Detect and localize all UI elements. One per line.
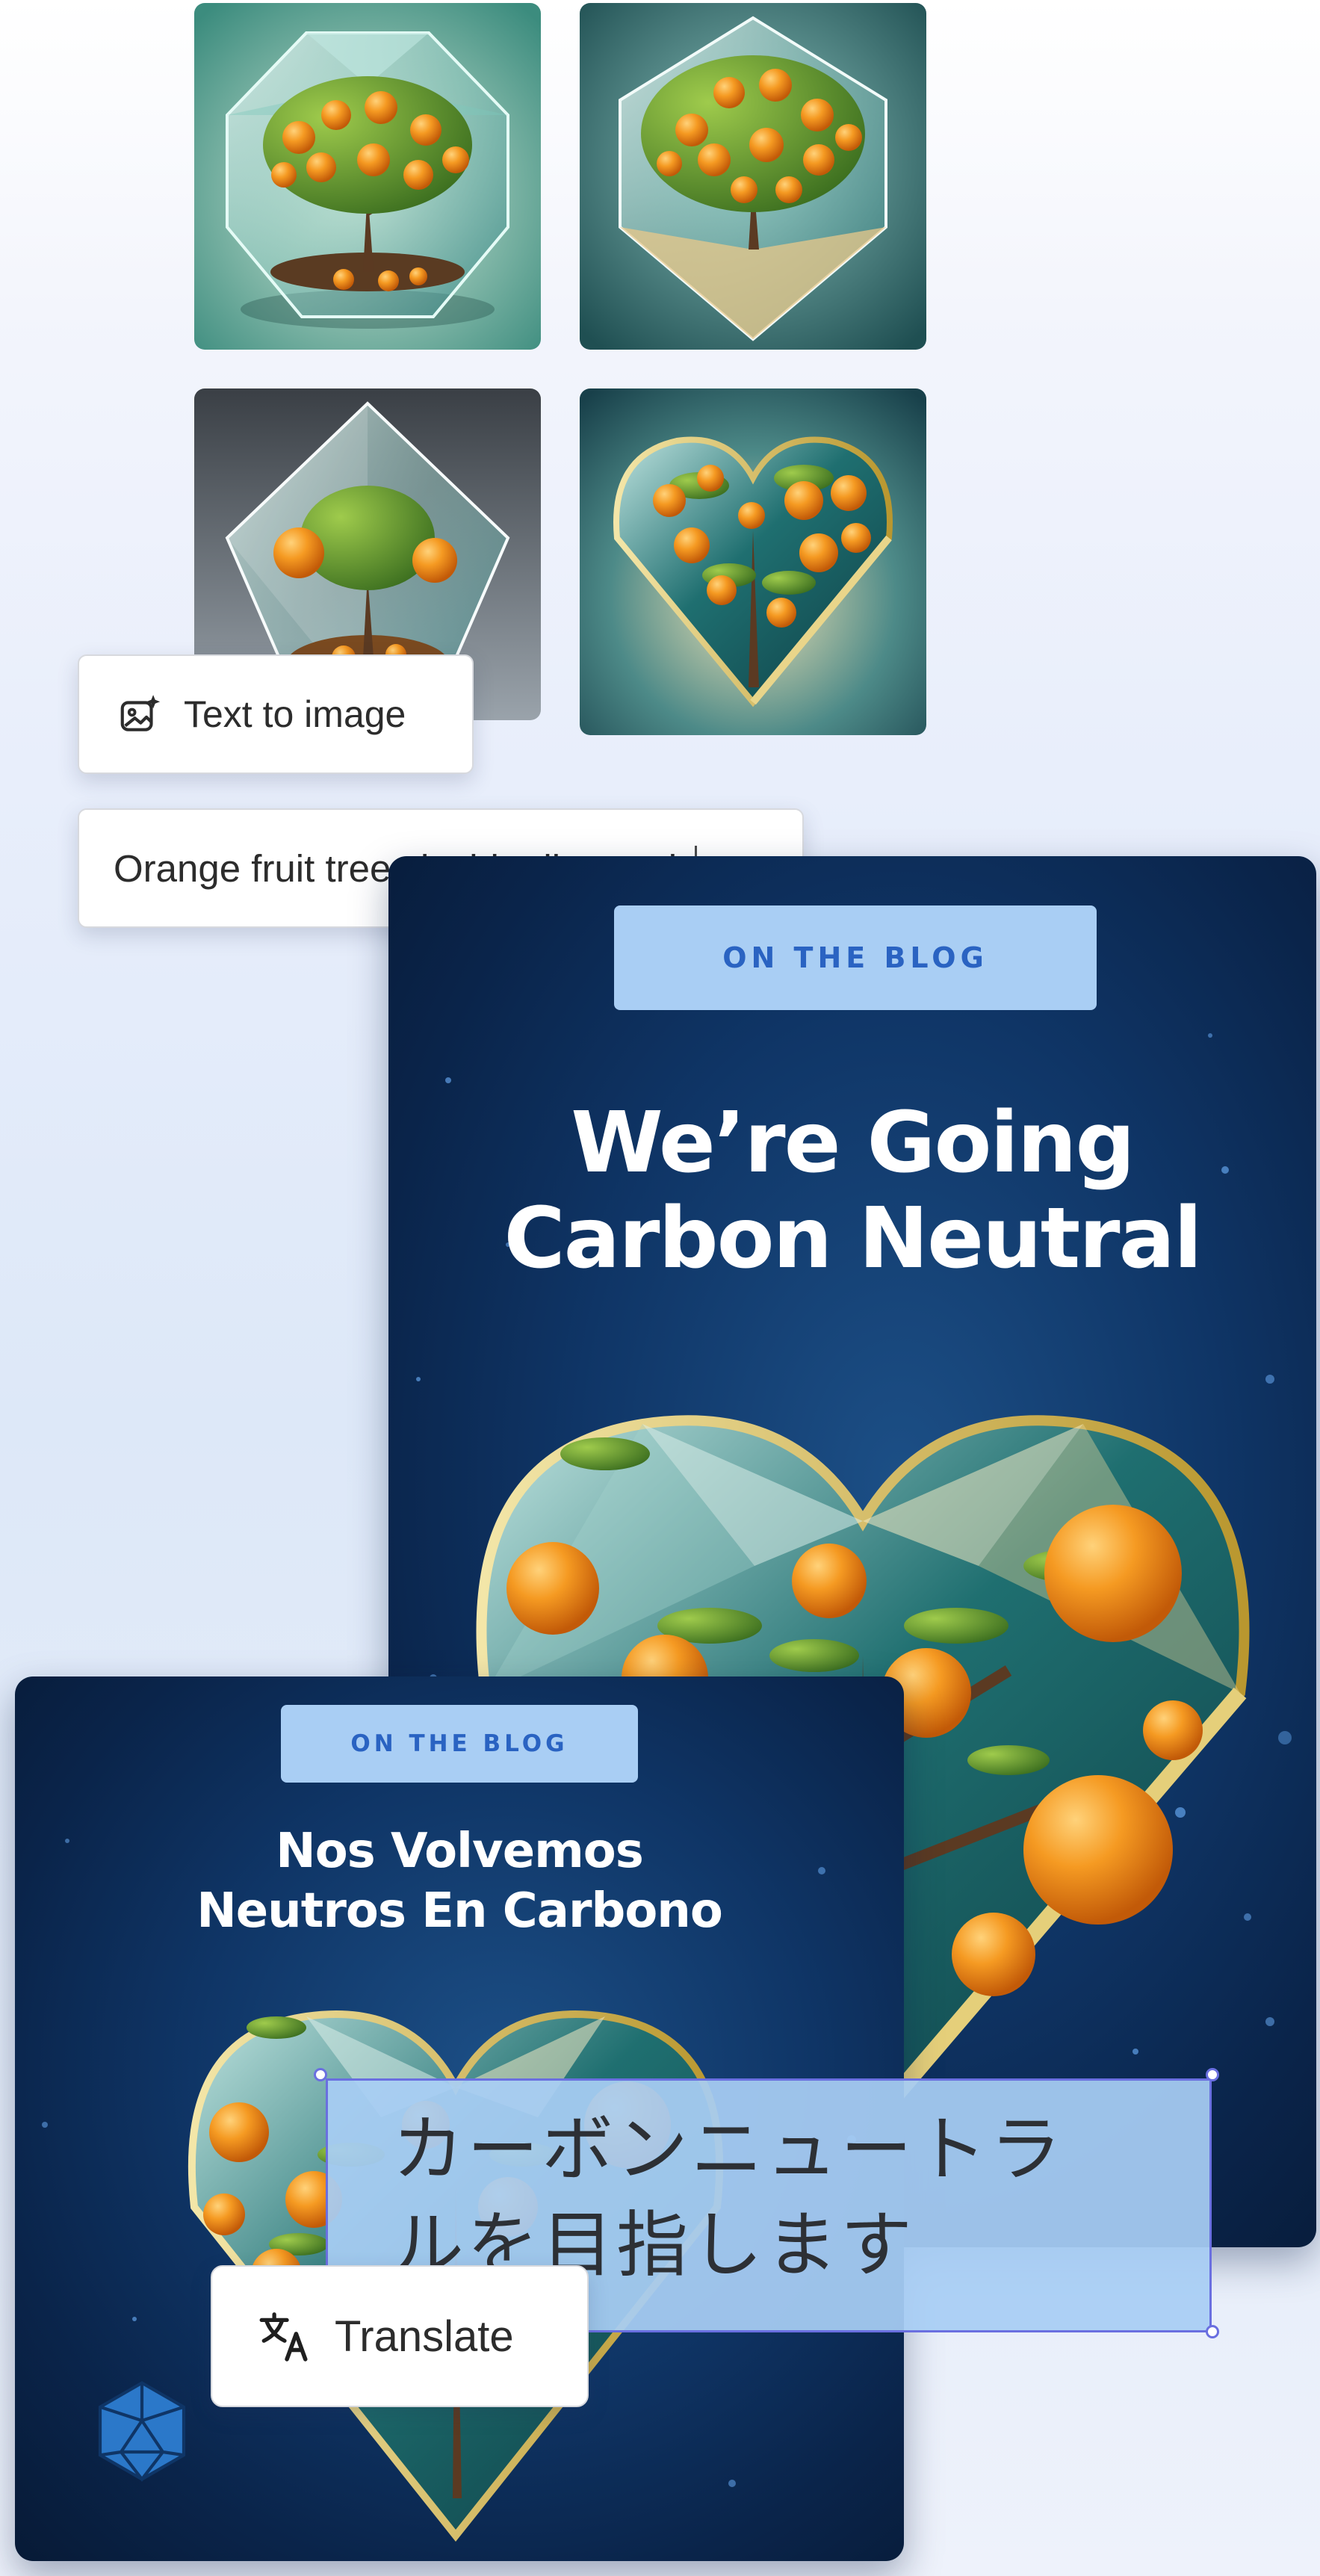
generated-image-thumbnail-1[interactable] — [194, 3, 541, 350]
poster-headline: Nos Volvemos Neutros En Carbono — [15, 1821, 904, 1941]
text-to-image-button[interactable]: Text to image — [78, 654, 474, 774]
translate-icon — [259, 2312, 308, 2362]
image-sparkle-icon — [120, 695, 161, 731]
text-to-image-label: Text to image — [184, 693, 406, 735]
headline-line-2: Carbon Neutral — [503, 1190, 1202, 1287]
orange-tree-crystal-image — [194, 3, 541, 350]
on-the-blog-badge: ON THE BLOG — [614, 905, 1097, 1010]
headline-line-1: We’re Going — [571, 1095, 1135, 1192]
orange-tree-crystal-image — [580, 3, 926, 350]
orange-tree-heart-diamond-image — [580, 388, 926, 735]
japanese-line-1: カーボンニュートラ — [392, 2108, 1065, 2191]
generated-image-thumbnail-4[interactable] — [580, 388, 926, 735]
resize-handle-bottom-right[interactable] — [1206, 2325, 1219, 2338]
headline-line-1: Nos Volvemos — [276, 1824, 644, 1879]
translate-label: Translate — [335, 2312, 514, 2361]
resize-handle-top-right[interactable] — [1206, 2068, 1219, 2081]
translate-button[interactable]: Translate — [211, 2265, 589, 2407]
geodesic-logo-icon — [98, 2381, 186, 2482]
resize-handle-top-left[interactable] — [314, 2068, 327, 2081]
generated-image-thumbnail-2[interactable] — [580, 3, 926, 350]
headline-line-2: Neutros En Carbono — [196, 1883, 723, 1939]
on-the-blog-badge: ON THE BLOG — [281, 1705, 638, 1783]
poster-headline: We’re Going Carbon Neutral — [388, 1095, 1316, 1287]
japanese-translation-text: カーボンニュートラ ルを目指します — [392, 2102, 1184, 2293]
